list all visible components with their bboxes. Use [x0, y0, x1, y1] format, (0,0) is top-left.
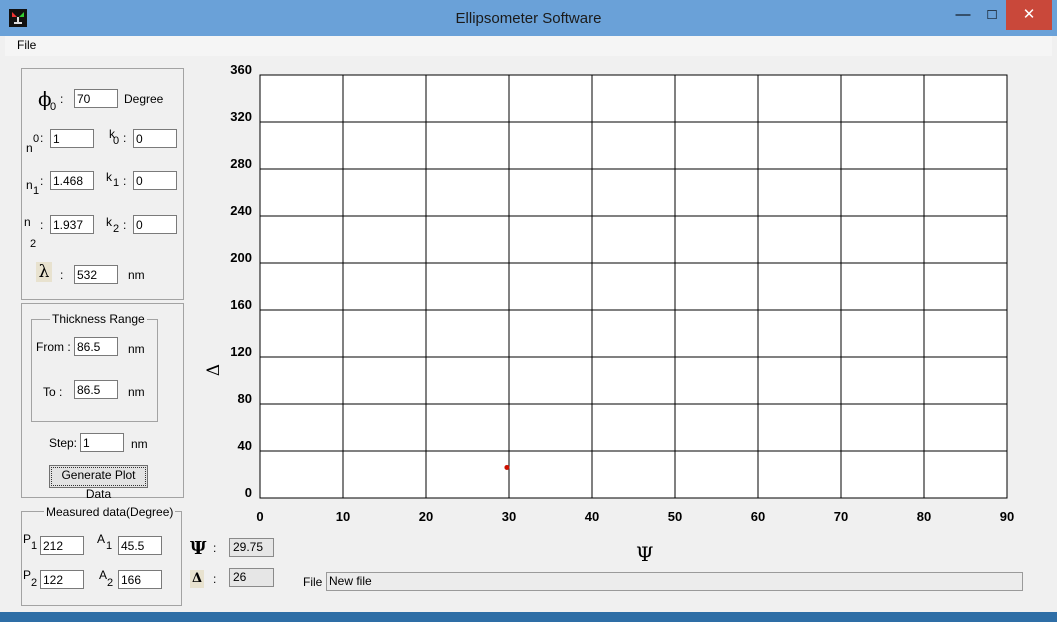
x-tick-label: 0: [256, 509, 263, 524]
data-point: [504, 464, 510, 470]
x-tick-label: 90: [1000, 509, 1014, 524]
x-tick-label: 60: [751, 509, 765, 524]
y-axis-label: Δ: [204, 363, 225, 377]
x-axis-label: Ψ: [636, 542, 654, 566]
plot-area: [259, 74, 1008, 499]
x-tick-label: 30: [502, 509, 516, 524]
psi-delta-chart: 0 10 20 30 40 50 60 70 80 90 0 40 80 120 160 200 240 280 3…: [230, 62, 1014, 524]
y-tick-label: 0: [245, 485, 252, 500]
x-tick-label: 80: [917, 509, 931, 524]
y-tick-label: 120: [230, 344, 252, 359]
x-tick-label: 40: [585, 509, 599, 524]
x-tick-label: 50: [668, 509, 682, 524]
y-tick-label: 320: [230, 109, 252, 124]
y-tick-label: 40: [238, 438, 252, 453]
x-tick-label: 10: [336, 509, 350, 524]
y-tick-label: 240: [230, 203, 252, 218]
y-tick-label: 160: [230, 297, 252, 312]
x-tick-label: 20: [419, 509, 433, 524]
x-tick-label: 70: [834, 509, 848, 524]
y-tick-label: 360: [230, 62, 252, 77]
window-bottom-border: [0, 612, 1057, 622]
y-tick-label: 280: [230, 156, 252, 171]
y-tick-label: 80: [238, 391, 252, 406]
y-tick-label: 200: [230, 250, 252, 265]
